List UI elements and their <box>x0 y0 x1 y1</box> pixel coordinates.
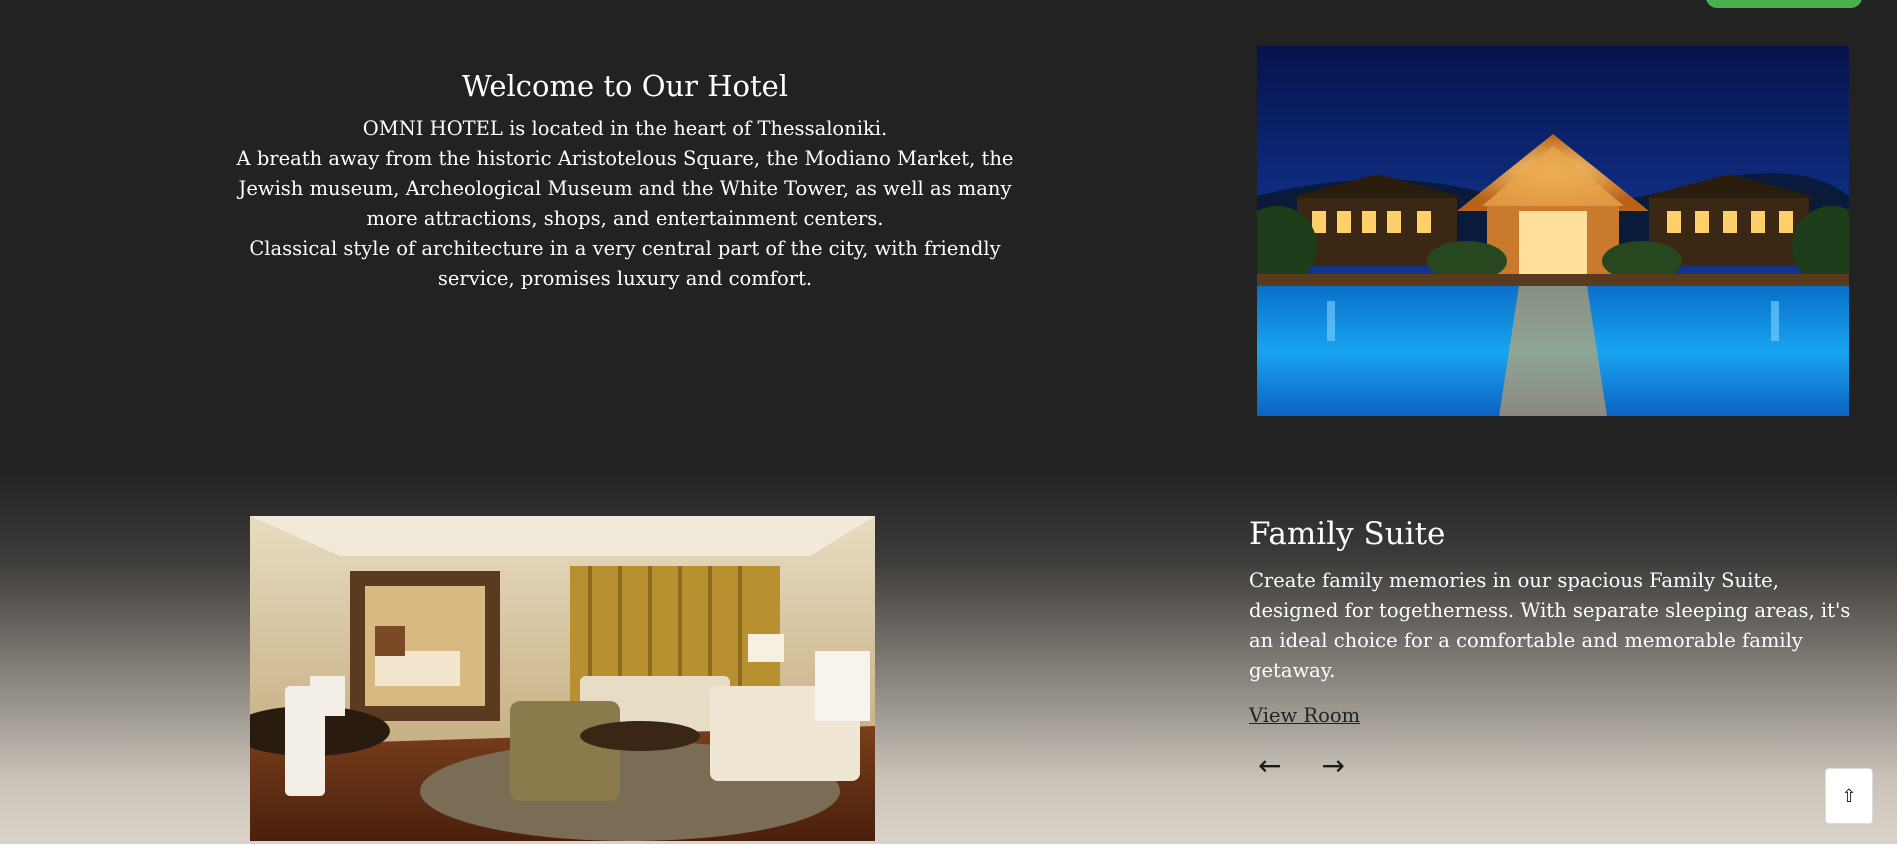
room-description: Create family memories in our spacious F… <box>1249 569 1851 682</box>
room-title: Family Suite <box>1249 516 1446 552</box>
top-green-button[interactable] <box>1706 0 1862 8</box>
family-suite-room-image <box>250 516 875 841</box>
next-room-button[interactable]: → <box>1321 750 1344 782</box>
welcome-line-2: A breath away from the historic Aristote… <box>236 147 1014 230</box>
hotel-pool-image <box>1257 46 1849 416</box>
view-room-link[interactable]: View Room <box>1249 704 1360 727</box>
scroll-to-top-button[interactable]: ⇧ <box>1825 768 1873 824</box>
room-carousel-controls: ← → <box>1258 750 1345 782</box>
room-info-panel: Family Suite Create family memories in o… <box>1249 512 1859 727</box>
welcome-title: Welcome to Our Hotel <box>461 69 789 103</box>
arrow-up-icon: ⇧ <box>1841 785 1857 807</box>
welcome-section: Welcome to Our Hotel OMNI HOTEL is locat… <box>225 66 1025 294</box>
prev-room-button[interactable]: ← <box>1258 750 1281 782</box>
welcome-line-3: Classical style of architecture in a ver… <box>249 237 1001 290</box>
page: Welcome to Our Hotel OMNI HOTEL is locat… <box>0 0 1897 844</box>
welcome-line-1: OMNI HOTEL is located in the heart of Th… <box>362 117 888 140</box>
